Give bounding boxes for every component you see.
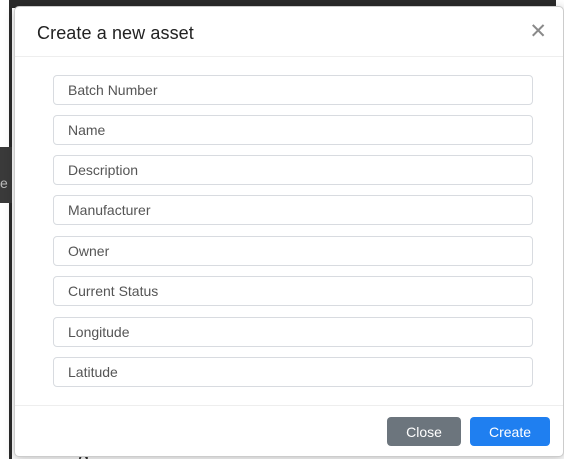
- backdrop-edge: [9, 0, 12, 459]
- latitude-input[interactable]: [54, 358, 532, 386]
- current-status-input[interactable]: [54, 277, 532, 305]
- latitude-field: [53, 357, 533, 387]
- owner-input[interactable]: [54, 237, 532, 265]
- modal-title: Create a new asset: [37, 23, 194, 43]
- description-input[interactable]: [54, 156, 532, 184]
- batch-number-field: [53, 75, 533, 105]
- description-field: [53, 155, 533, 185]
- create-asset-modal: Create a new asset ✕ Close Create: [14, 6, 564, 457]
- modal-header: Create a new asset ✕: [15, 7, 563, 57]
- backdrop-text: e: [0, 175, 8, 191]
- backdrop-left: e: [0, 0, 12, 459]
- close-button[interactable]: Close: [387, 417, 461, 446]
- current-status-field: [53, 276, 533, 306]
- longitude-input[interactable]: [54, 318, 532, 346]
- owner-field: [53, 236, 533, 266]
- name-input[interactable]: [54, 116, 532, 144]
- create-button[interactable]: Create: [470, 417, 550, 446]
- close-icon[interactable]: ✕: [529, 21, 547, 42]
- manufacturer-field: [53, 195, 533, 225]
- name-field: [53, 115, 533, 145]
- modal-footer: Close Create: [15, 405, 563, 456]
- manufacturer-input[interactable]: [54, 196, 532, 224]
- batch-number-input[interactable]: [54, 76, 532, 104]
- longitude-field: [53, 317, 533, 347]
